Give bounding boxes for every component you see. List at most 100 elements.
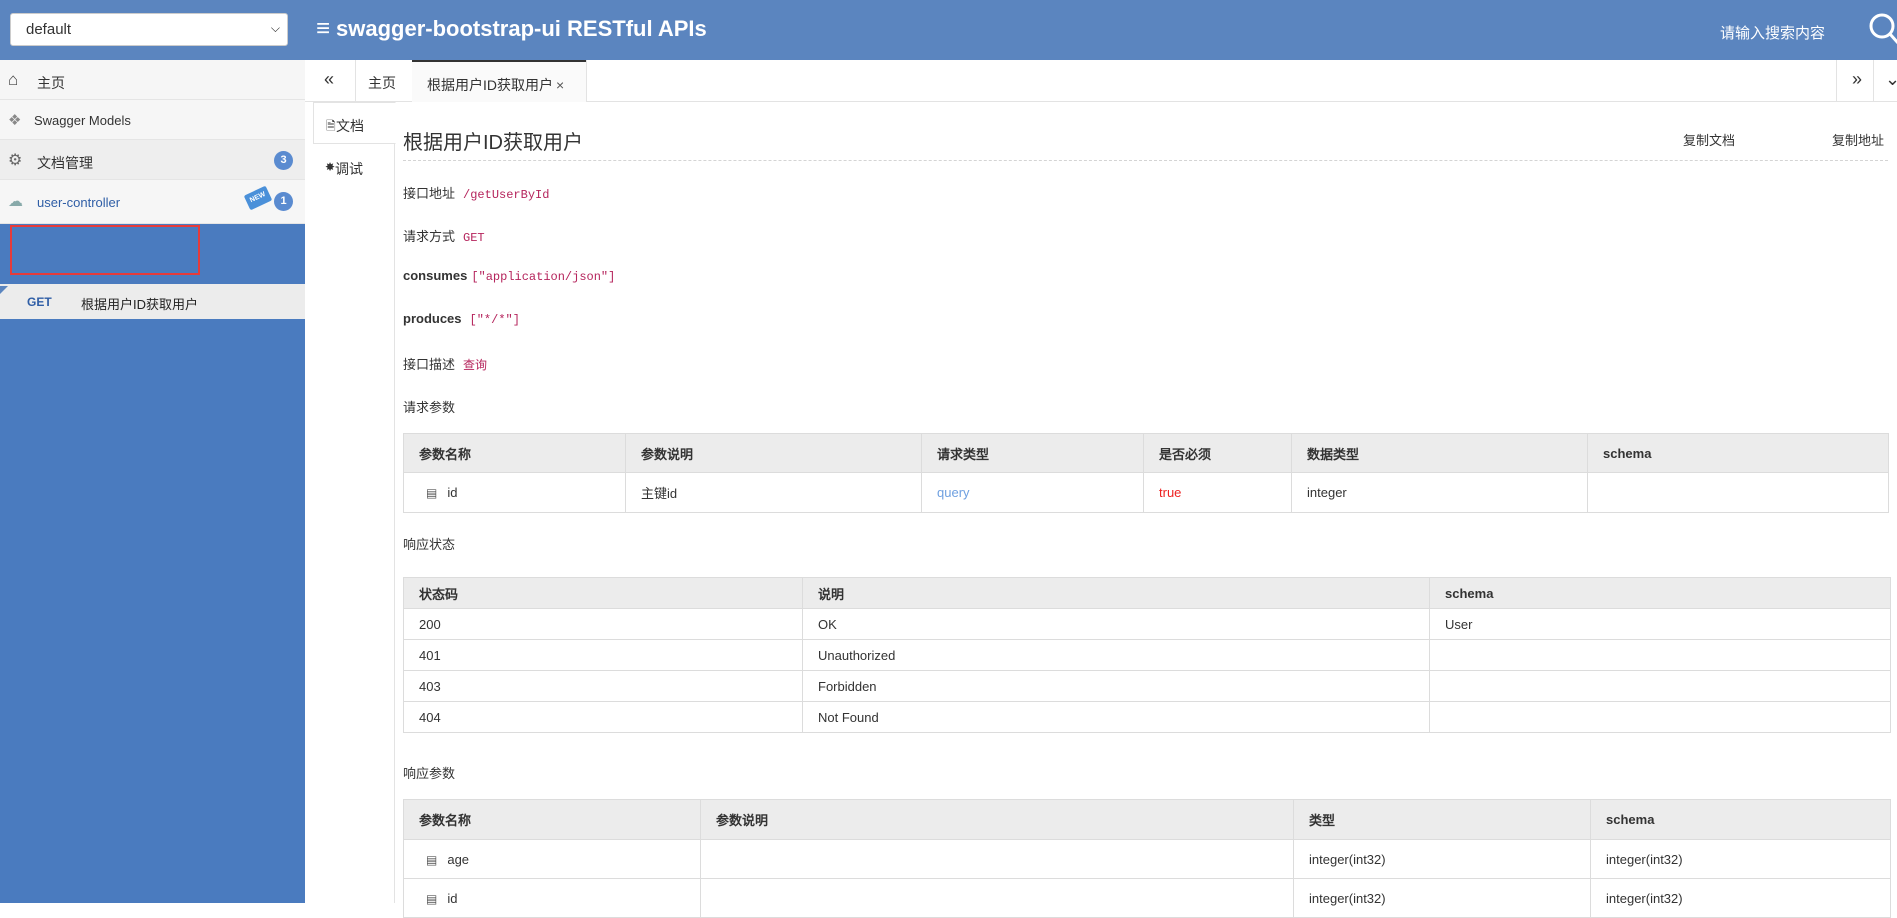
- cell-type: integer(int32): [1293, 878, 1591, 918]
- table-header-row: 参数名称 参数说明 请求类型 是否必须 数据类型 schema: [403, 433, 1889, 473]
- table-row: ▤ id integer(int32) integer(int32): [403, 878, 1891, 918]
- field-produces: produces ["*/*"]: [403, 311, 520, 327]
- subtab-doc[interactable]: 🗎 文档: [313, 102, 396, 144]
- table-row: 200 OK User: [403, 608, 1891, 640]
- field-consumes: consumes ["application/json"]: [403, 268, 615, 284]
- column-header: 数据类型: [1291, 433, 1588, 473]
- cell-desc: Forbidden: [802, 670, 1430, 702]
- divider: [403, 160, 1888, 161]
- field-label: produces: [403, 311, 462, 326]
- sidebar-api-item[interactable]: GET 根据用户ID获取用户: [0, 284, 305, 319]
- cell-code: 404: [403, 701, 803, 733]
- app-title: swagger-bootstrap-ui RESTful APIs: [336, 16, 707, 41]
- close-icon[interactable]: ×: [556, 77, 564, 93]
- field-url: 接口地址/getUserById: [403, 183, 549, 202]
- field-label: 接口地址: [403, 186, 456, 201]
- field-label: 接口描述: [403, 357, 456, 372]
- sidebar-item-user-controller[interactable]: ☁ user-controller NEW 1: [0, 180, 305, 224]
- subtab-label: 文档: [336, 118, 364, 134]
- table-header-row: 状态码 说明 schema: [403, 577, 1891, 609]
- column-header: 是否必须: [1143, 433, 1292, 473]
- cell-desc: [700, 839, 1294, 879]
- tab-home[interactable]: 主页: [368, 60, 396, 102]
- cell-desc: Not Found: [802, 701, 1430, 733]
- column-header: 状态码: [403, 577, 803, 609]
- list-icon: ▤: [426, 486, 438, 500]
- app-title-wrap: ≡ swagger-bootstrap-ui RESTful APIs: [316, 16, 707, 42]
- table-header-row: 参数名称 参数说明 类型 schema: [403, 799, 1891, 840]
- tab-divider: [1873, 60, 1874, 102]
- search-icon[interactable]: [1866, 11, 1897, 47]
- field-value: /getUserById: [463, 188, 550, 202]
- tab-api-detail[interactable]: 根据用户ID获取用户 ×: [412, 60, 586, 102]
- tab-label: 主页: [368, 75, 396, 91]
- group-select[interactable]: default ⌵: [10, 13, 288, 46]
- api-name: 根据用户ID获取用户: [81, 297, 199, 312]
- copy-doc-button[interactable]: 复制文档: [1683, 130, 1735, 149]
- tab-scroll-left-icon[interactable]: «: [324, 69, 334, 90]
- section-title: 请求参数: [403, 400, 456, 415]
- cell-required: true: [1143, 472, 1292, 513]
- cell-desc: Unauthorized: [802, 639, 1430, 671]
- sidebar-item-label: Swagger Models: [34, 113, 131, 128]
- subtab-debug[interactable]: ✸ 调试: [313, 146, 395, 188]
- column-header: schema: [1590, 799, 1891, 840]
- doc-settings-icon: ⚙: [8, 152, 23, 169]
- tab-bar: « 主页 根据用户ID获取用户 × » ⌄: [305, 60, 1897, 102]
- cell-schema: integer(int32): [1590, 878, 1891, 918]
- doc-subtabs: 🗎 文档 ✸ 调试: [305, 102, 396, 903]
- cell-schema[interactable]: User: [1429, 608, 1891, 640]
- request-params-table: 参数名称 参数说明 请求类型 是否必须 数据类型 schema ▤ id 主键id…: [403, 433, 1889, 513]
- list-icon: ▤: [426, 891, 438, 906]
- field-label: consumes: [403, 268, 468, 283]
- active-marker: [0, 286, 8, 294]
- cell-in: query: [921, 472, 1144, 513]
- column-header: 类型: [1293, 799, 1591, 840]
- sidebar: ⌂ 主页 ❖ Swagger Models ⚙ 文档管理 3 ☁ user-co…: [0, 60, 305, 903]
- cell-schema: [1587, 472, 1889, 513]
- sidebar-item-models[interactable]: ❖ Swagger Models: [0, 100, 305, 140]
- field-label: 请求方式: [403, 229, 456, 244]
- cube-icon: ❖: [8, 112, 22, 129]
- cell-code: 401: [403, 639, 803, 671]
- column-header: 参数说明: [700, 799, 1294, 840]
- field-description: 接口描述 查询: [403, 354, 487, 373]
- sidebar-item-label: 主页: [37, 75, 65, 91]
- cell-schema: integer(int32): [1590, 839, 1891, 879]
- table-row: ▤ age integer(int32) integer(int32): [403, 839, 1891, 879]
- section-title: 响应参数: [403, 766, 456, 781]
- cell-desc: [700, 878, 1294, 918]
- page-title: 根据用户ID获取用户: [403, 132, 583, 154]
- sidebar-item-home[interactable]: ⌂ 主页: [0, 60, 305, 100]
- selection-highlight-box: [10, 225, 200, 275]
- copy-url-button[interactable]: 复制地址: [1832, 130, 1884, 149]
- sidebar-item-label: 文档管理: [37, 155, 93, 171]
- column-header: 参数名称: [403, 433, 626, 473]
- tab-scroll-right-icon[interactable]: »: [1852, 69, 1862, 90]
- cell-schema: [1429, 701, 1891, 733]
- new-badge: NEW: [243, 185, 273, 211]
- column-header: schema: [1429, 577, 1891, 609]
- top-header: default ⌵ ≡ swagger-bootstrap-ui RESTful…: [0, 0, 1897, 60]
- chevron-down-icon: ⌵: [270, 21, 280, 35]
- cell-desc: OK: [802, 608, 1430, 640]
- tab-divider: [355, 60, 356, 102]
- tab-divider: [586, 60, 587, 102]
- subtab-label: 调试: [335, 161, 363, 177]
- field-value: ["application/json"]: [471, 270, 616, 284]
- table-row: 404 Not Found: [403, 701, 1891, 733]
- cell-desc: 主键id: [625, 472, 922, 513]
- search-input[interactable]: 请输入搜索内容: [1720, 22, 1825, 43]
- tab-label: 根据用户ID获取用户: [427, 77, 553, 93]
- sidebar-item-label: user-controller: [37, 195, 121, 210]
- field-method: 请求方式 GET: [403, 226, 485, 245]
- chevron-down-icon[interactable]: ⌄: [1885, 69, 1897, 90]
- home-icon: ⌂: [8, 70, 19, 89]
- cell-type: integer(int32): [1293, 839, 1591, 879]
- response-params-table: 参数名称 参数说明 类型 schema ▤ age integer(int32) …: [403, 799, 1891, 918]
- cloud-icon: ☁: [8, 193, 23, 210]
- field-value: GET: [463, 231, 485, 245]
- menu-toggle-icon[interactable]: ≡: [316, 16, 330, 42]
- sidebar-item-doc-manage[interactable]: ⚙ 文档管理 3: [0, 140, 305, 180]
- section-title: 响应状态: [403, 537, 456, 552]
